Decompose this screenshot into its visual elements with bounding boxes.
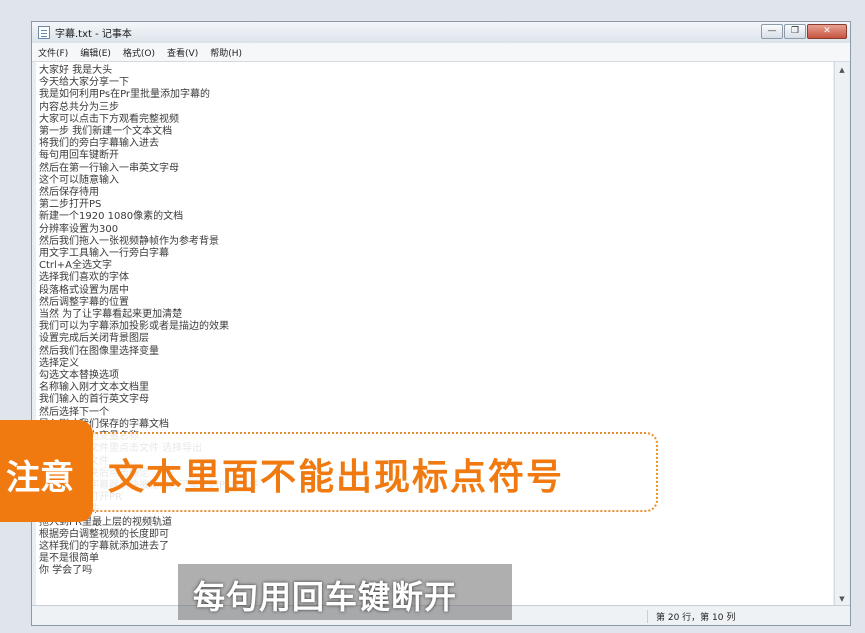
text-line: 分辨率设置为300 [39,223,119,235]
menu-file[interactable]: 文件(F) [38,46,68,59]
text-line: 我们输入的首行英文字母 [39,394,149,406]
text-line: 每句用回车键断开 [39,150,119,162]
window-title: 字幕.txt - 记事本 [55,29,132,40]
vertical-scrollbar[interactable]: ▲ ▼ [834,62,849,607]
text-line: 然后我们在图像里选择变量 [39,345,159,357]
scroll-up-arrow-icon[interactable]: ▲ [836,63,848,77]
notepad-icon [38,26,50,39]
text-line: 名称输入刚才文本文档里 [39,382,149,394]
text-line: 然后保存待用 [39,187,99,199]
text-line: 第一步 我们新建一个文本文档 [39,126,173,138]
text-line: 我们可以为字幕添加投影或者是描边的效果 [39,321,229,333]
text-line: 然后我们拖入一张视频静帧作为参考背景 [39,235,219,247]
text-line: 内容总共分为三步 [39,101,119,113]
text-line: 勾选文本替换选项 [39,370,119,382]
menu-help[interactable]: 帮助(H) [210,46,242,59]
text-line: 这样我们的字幕就添加进去了 [39,540,169,552]
scroll-down-arrow-icon[interactable]: ▼ [836,592,848,606]
text-line: 当然 为了让字幕看起来更加清楚 [39,309,183,321]
text-line: 新建一个1920 1080像素的文档 [39,211,184,223]
menu-view[interactable]: 查看(V) [167,46,198,59]
window-controls: — ❐ ✕ [760,24,847,39]
menu-bar: 文件(F) 编辑(E) 格式(O) 查看(V) 帮助(H) [32,43,850,62]
text-line: 我是如何利用Ps在Pr里批量添加字幕的 [39,89,211,101]
text-line: Ctrl+A全选文字 [39,260,113,272]
text-line: 选择定义 [39,357,79,369]
notepad-window: 字幕.txt - 记事本 — ❐ ✕ 文件(F) 编辑(E) 格式(O) 查看(… [31,21,851,626]
text-line: 设置完成后关闭背景图层 [39,333,149,345]
text-line: 第二步打开PS [39,199,102,211]
text-line: 然后调整字幕的位置 [39,296,129,308]
notice-tag-label: 注意 [6,458,74,498]
cursor-position: 第 20 行，第 10 列 [647,610,735,623]
text-editor[interactable]: 大家好 我是大头 今天给大家分享一下 我是如何利用Ps在Pr里批量添加字幕的 内容总共… [36,62,833,607]
text-line: 大家好 我是大头 [39,65,113,76]
menu-format[interactable]: 格式(O) [123,46,155,59]
text-line: 然后在第一行输入一串英文字母 [39,162,179,174]
text-line: 段落格式设置为居中 [39,284,129,296]
notice-tag: 注意 [0,420,93,522]
text-line: 大家可以点击下方观看完整视频 [39,113,179,125]
text-line: 今天给大家分享一下 [39,77,129,89]
text-line: 将我们的旁白字幕输入进去 [39,138,159,150]
text-line: 这个可以随意输入 [39,174,119,186]
video-subtitle: 每句用回车键断开 [193,578,458,616]
text-line: 用文字工具输入一行旁白字幕 [39,248,169,260]
close-button[interactable]: ✕ [807,24,847,39]
maximize-button[interactable]: ❐ [784,24,806,39]
menu-edit[interactable]: 编辑(E) [80,46,111,59]
minimize-button[interactable]: — [761,24,783,39]
text-line: 然后选择下一个 [39,406,109,418]
text-line: 选择我们喜欢的字体 [39,272,129,284]
text-line: 根据旁白调整视频的长度即可 [39,528,169,540]
title-bar[interactable]: 字幕.txt - 记事本 — ❐ ✕ [32,22,850,44]
notice-text: 文本里面不能出现标点符号 [108,456,565,498]
